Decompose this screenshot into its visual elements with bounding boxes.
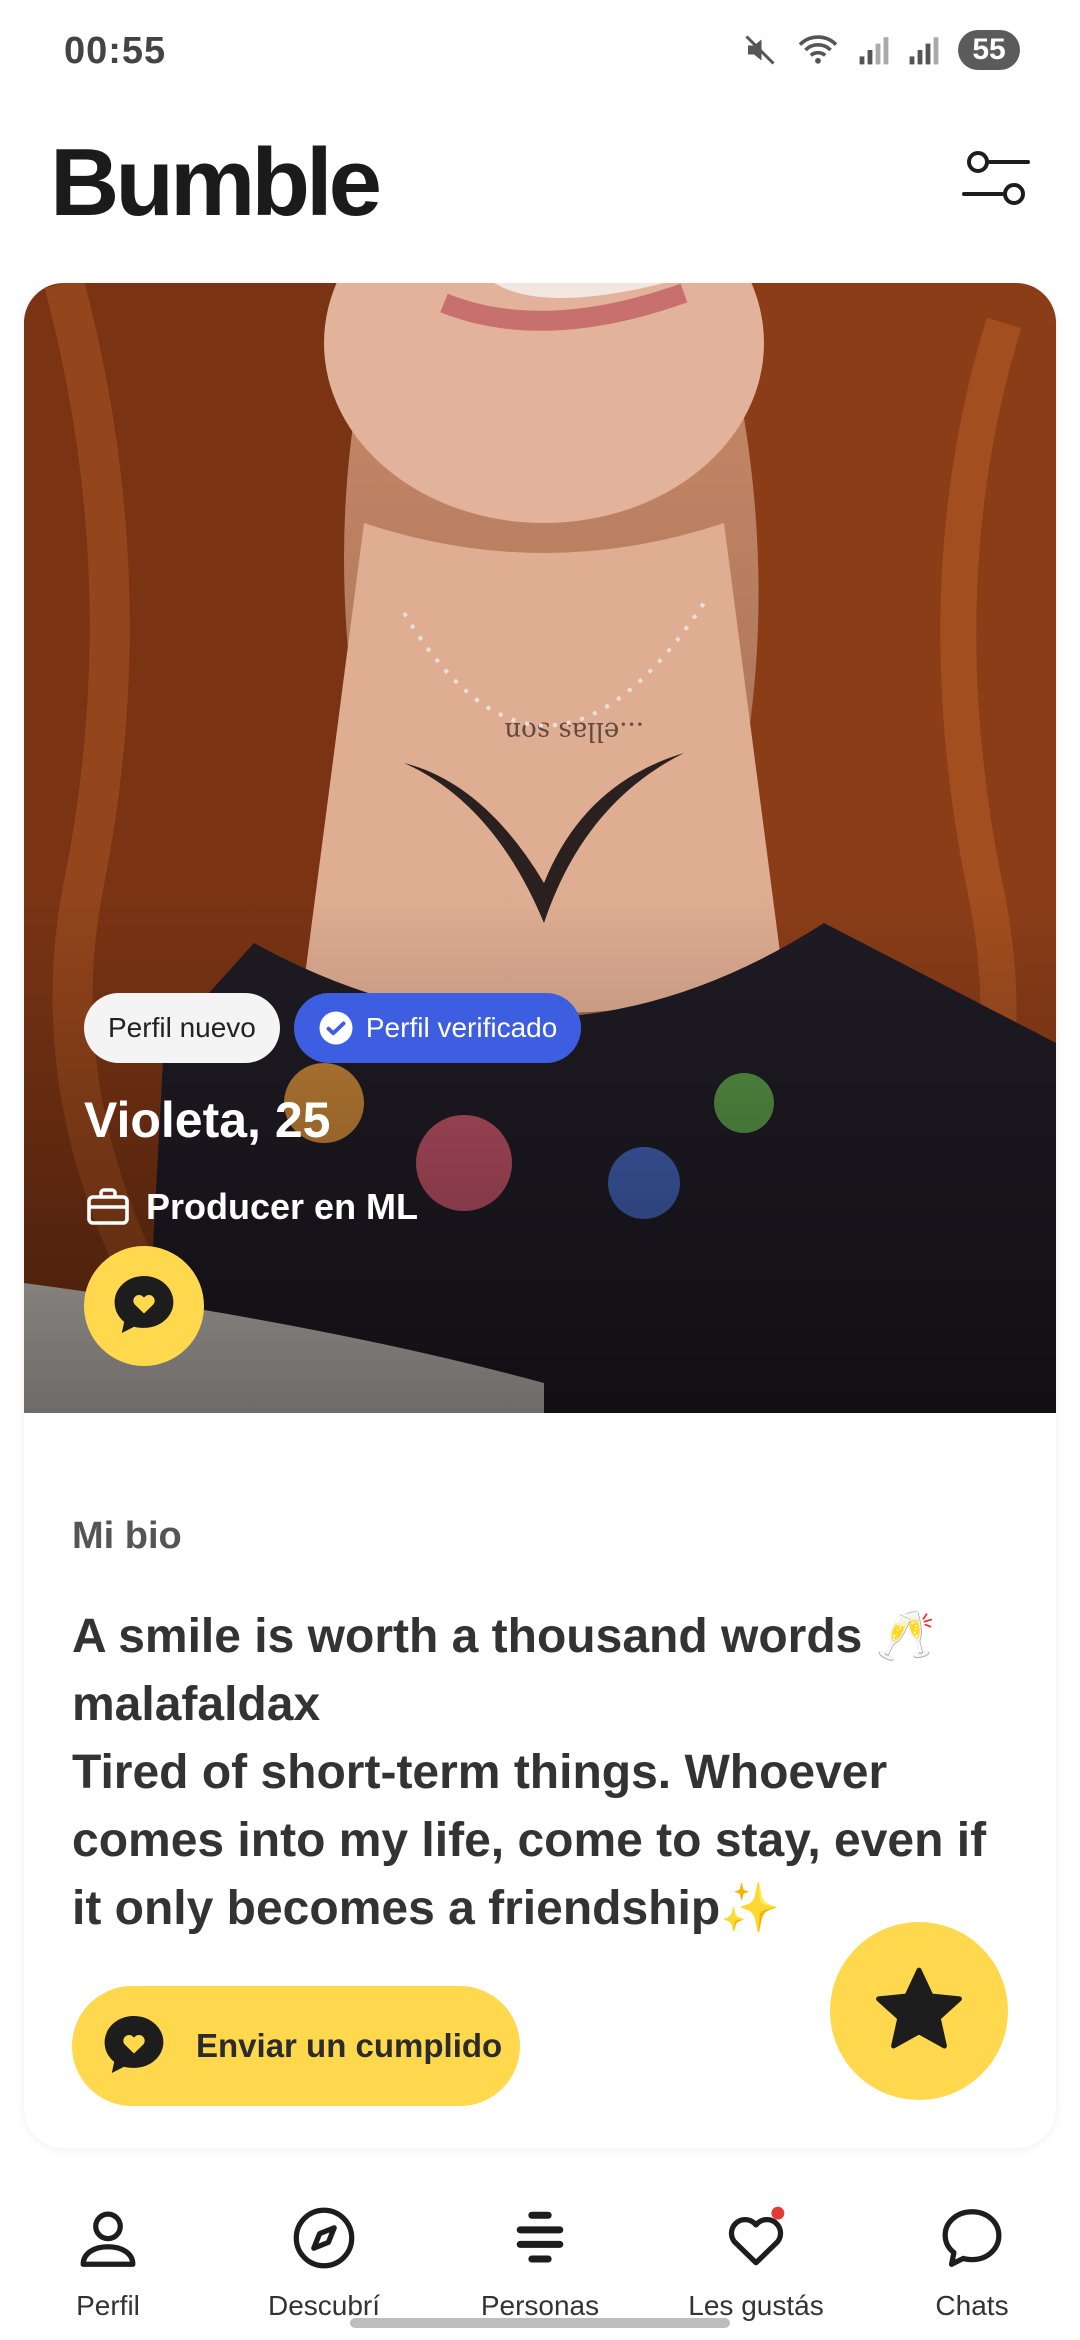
status-bar: 00:55 55: [0, 0, 1080, 110]
person-icon: [80, 2211, 136, 2267]
heart-icon: [728, 2206, 785, 2266]
mute-icon: [745, 35, 775, 65]
profile-badges: Perfil nuevo Perfil verificado: [84, 993, 582, 1063]
profile-photo[interactable]: ...ellas son: [24, 283, 1056, 1413]
signal-roaming-icon: [909, 37, 939, 65]
send-compliment-label: Enviar un cumplido: [196, 2027, 503, 2064]
nav-chats-icon-wrap: [934, 2200, 1010, 2276]
home-indicator[interactable]: [350, 2318, 730, 2328]
nav-chats-label: Chats: [935, 2290, 1009, 2321]
bottom-navigation: Perfil Descubrí Personas Les gustás Chat…: [0, 2160, 1080, 2340]
nav-discover-icon-wrap: [286, 2200, 362, 2276]
nav-likes[interactable]: Les gustás: [648, 2160, 864, 2340]
svg-text:...ellas son: ...ellas son: [504, 716, 644, 746]
compass-icon: [293, 2207, 355, 2269]
status-time: 00:55: [64, 30, 167, 72]
compliment-heart-bubble-icon: [114, 1276, 174, 1333]
send-compliment-button[interactable]: Enviar un cumplido: [72, 1986, 520, 2106]
nav-likes-icon-wrap: [718, 2200, 794, 2276]
bumble-logo: Bumble: [50, 129, 382, 236]
filter-sliders-icon: [962, 151, 1030, 205]
filter-button[interactable]: [956, 138, 1036, 218]
profile-name-age: Violeta, 25: [84, 1092, 331, 1148]
bio-label: Mi bio: [72, 1515, 182, 1557]
nav-people-icon-wrap: [502, 2200, 578, 2276]
profile-card[interactable]: ...ellas son Perfil nuevo Perfil verific…: [24, 283, 1056, 2148]
badge-new-profile: Perfil nuevo: [84, 993, 280, 1063]
profile-job: Producer en ML: [84, 1183, 418, 1231]
wifi-icon: [798, 35, 838, 64]
status-icons: 55: [742, 30, 1020, 70]
app-header: Bumble: [0, 110, 1080, 270]
briefcase-icon: [87, 1188, 129, 1225]
compliment-heart-bubble-icon: [104, 2016, 164, 2073]
badge-verified-label: Perfil verificado: [365, 1012, 558, 1043]
people-stack-icon: [516, 2211, 564, 2263]
superswipe-button[interactable]: [830, 1922, 1008, 2100]
star-icon: [876, 1967, 962, 2049]
verified-check-icon: [319, 1011, 353, 1045]
nav-profile-label: Perfil: [76, 2290, 140, 2321]
signal-icon: [859, 37, 889, 65]
battery-indicator: 55: [958, 30, 1020, 70]
nav-people[interactable]: Personas: [432, 2160, 648, 2340]
badge-verified[interactable]: Perfil verificado: [293, 993, 582, 1063]
nav-chats[interactable]: Chats: [864, 2160, 1080, 2340]
chat-bubble-icon: [942, 2209, 1002, 2267]
profile-job-text: Producer en ML: [146, 1186, 419, 1227]
nav-discover[interactable]: Descubrí: [216, 2160, 432, 2340]
nav-profile[interactable]: Perfil: [0, 2160, 216, 2340]
quick-compliment-button[interactable]: [84, 1246, 204, 1366]
nav-profile-icon-wrap: [70, 2200, 146, 2276]
bio-text: A smile is worth a thousand words 🥂 mala…: [72, 1610, 987, 1935]
